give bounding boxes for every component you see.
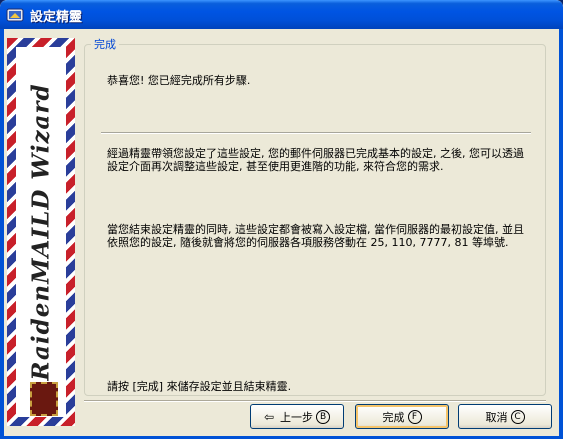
finish-instruction-text: 請按 [完成] 來儲存設定並且結束精靈. xyxy=(107,380,292,393)
window-title: 設定精靈 xyxy=(30,10,83,25)
banner-title: RaidenMAILD Wizard xyxy=(27,83,55,381)
congrats-text: 恭喜您! 您已經完成所有步驟. xyxy=(107,74,251,87)
group-separator xyxy=(101,132,531,134)
cancel-button[interactable]: 取消 C xyxy=(458,404,552,429)
window-frame-left xyxy=(0,29,4,439)
cancel-button-label: 取消 xyxy=(485,410,508,424)
group-legend: 完成 xyxy=(94,38,116,51)
button-separator xyxy=(84,400,546,402)
back-button-key: B xyxy=(316,409,331,424)
finish-button-label: 完成 xyxy=(382,410,405,424)
window-frame-right xyxy=(559,29,563,439)
finish-button-key: F xyxy=(407,409,422,424)
back-arrow-icon: ⇦ xyxy=(263,409,275,424)
finish-button[interactable]: 完成 F xyxy=(355,404,449,429)
cancel-button-key: C xyxy=(510,409,525,424)
title-bar[interactable]: 設定精靈 xyxy=(0,0,563,29)
completion-group: 完成 恭喜您! 您已經完成所有步驟. 經過精靈帶領您設定了這些設定, 您的郵件伺… xyxy=(84,36,546,396)
summary-text: 經過精靈帶領您設定了這些設定, 您的郵件伺服器已完成基本的設定, 之後, 您可以… xyxy=(107,147,524,173)
wizard-window: 設定精靈 RaidenMAILD Wizard 完成 恭喜您! 您已經完成所有步… xyxy=(0,0,563,439)
wizard-app-icon xyxy=(6,8,24,22)
back-button[interactable]: ⇦ 上一步 B xyxy=(250,404,344,429)
wizard-side-banner: RaidenMAILD Wizard xyxy=(7,38,75,426)
back-button-label: 上一步 xyxy=(280,410,314,424)
postage-stamp-icon xyxy=(30,382,58,416)
banner-inner: RaidenMAILD Wizard xyxy=(16,47,66,417)
service-ports-text: 當您結束設定精靈的同時, 這些設定都會被寫入設定檔, 當作伺服器的最初設定值, … xyxy=(107,223,524,249)
